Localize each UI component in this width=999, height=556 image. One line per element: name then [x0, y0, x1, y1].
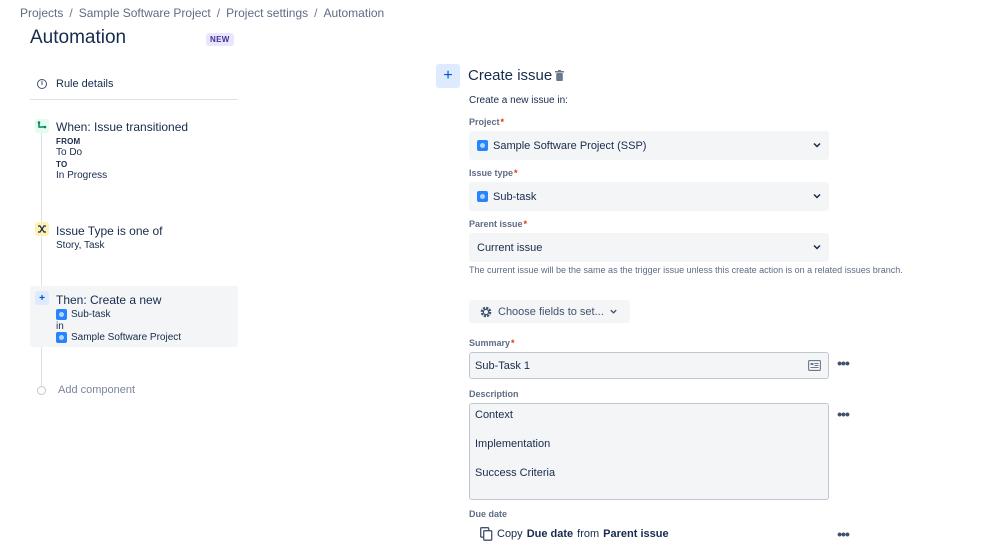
due-date-copy-row[interactable]: Copy Due date from Parent issue — [480, 527, 669, 541]
breadcrumb-separator: / — [69, 6, 73, 20]
shuffle-icon — [35, 222, 49, 236]
trigger-component[interactable]: When: Issue transitioned FROM To Do TO I… — [30, 116, 238, 186]
condition-title: Issue Type is one of — [56, 224, 163, 238]
trigger-to-label: TO — [56, 160, 68, 169]
description-field-label: Description — [469, 389, 519, 399]
subtask-icon — [56, 309, 67, 320]
action-in-label: in — [56, 321, 64, 332]
info-icon: i — [37, 78, 47, 89]
description-line: Success Criteria — [475, 467, 556, 479]
breadcrumb-separator: / — [314, 6, 318, 20]
action-project: Sample Software Project — [56, 332, 181, 343]
project-field-label: Project* — [469, 117, 505, 127]
parent-issue-select-value: Current issue — [477, 241, 543, 254]
copy-from-word: from — [577, 528, 600, 540]
chevron-down-icon — [610, 309, 617, 314]
chevron-down-icon — [813, 142, 821, 148]
due-date-field-label: Due date — [469, 509, 508, 519]
new-badge: NEW — [206, 33, 234, 46]
due-date-more-button[interactable]: ••• — [834, 526, 852, 542]
action-project-label: Sample Software Project — [71, 332, 182, 343]
condition-value: Story, Task — [56, 240, 105, 251]
rule-details-item[interactable]: i Rule details — [30, 68, 238, 100]
issue-type-field-label: Issue type* — [469, 168, 518, 178]
summary-more-button[interactable]: ••• — [834, 355, 852, 371]
copy-icon — [480, 527, 493, 541]
breadcrumb-projects[interactable]: Projects — [20, 6, 63, 20]
copy-prefix: Copy — [497, 528, 523, 540]
description-textarea[interactable]: Context Implementation Success Criteria — [469, 403, 829, 500]
add-component-label: Add component — [58, 384, 136, 396]
description-line: Implementation — [475, 438, 551, 450]
condition-component[interactable]: Issue Type is one of Story, Task — [30, 220, 238, 256]
trigger-from-label: FROM — [56, 137, 81, 146]
action-issue-type: Sub-task — [56, 309, 110, 320]
issue-type-select[interactable]: Sub-task — [469, 182, 829, 211]
plus-icon: + — [35, 291, 49, 305]
choose-fields-button[interactable]: Choose fields to set... — [469, 300, 630, 323]
trigger-from-value: To Do — [56, 147, 83, 158]
gear-icon — [480, 306, 492, 317]
subtask-icon — [477, 191, 488, 202]
breadcrumb-automation[interactable]: Automation — [324, 6, 385, 20]
page-title: Automation — [30, 27, 127, 48]
copy-source-name: Parent issue — [603, 528, 669, 540]
trigger-title: When: Issue transitioned — [56, 120, 189, 134]
project-select[interactable]: Sample Software Project (SSP) — [469, 131, 829, 160]
project-icon — [477, 140, 488, 151]
description-more-button[interactable]: ••• — [834, 406, 852, 422]
trash-icon[interactable] — [555, 70, 564, 81]
chevron-down-icon — [813, 244, 821, 250]
parent-issue-hint: The current issue will be the same as th… — [469, 265, 903, 275]
copy-field-name: Due date — [526, 528, 574, 540]
panel-subtitle: Create a new issue in: — [469, 95, 568, 106]
action-component[interactable]: + Then: Create a new Sub-task in Sample … — [30, 286, 238, 347]
rule-details-label: Rule details — [56, 77, 114, 90]
action-title: Then: Create a new — [56, 293, 162, 307]
description-line: Context — [475, 409, 513, 421]
project-select-value: Sample Software Project (SSP) — [493, 139, 647, 152]
transition-icon — [35, 119, 49, 133]
breadcrumb-separator: / — [216, 6, 221, 20]
breadcrumb-project-settings[interactable]: Project settings — [226, 6, 308, 20]
chevron-down-icon — [813, 193, 821, 199]
add-component-dot — [37, 385, 46, 395]
action-plus-icon: + — [436, 64, 460, 88]
summary-input-value: Sub-Task 1 — [475, 359, 531, 372]
summary-input[interactable]: Sub-Task 1 — [469, 352, 829, 379]
panel-title: Create issue — [468, 67, 553, 84]
parent-issue-select[interactable]: Current issue — [469, 233, 829, 262]
choose-fields-label: Choose fields to set... — [498, 305, 604, 318]
breadcrumb: Projects / Sample Software Project / Pro… — [20, 6, 384, 20]
add-component-button[interactable]: Add component — [37, 384, 135, 396]
summary-field-label: Summary* — [469, 338, 515, 348]
project-icon — [56, 332, 67, 343]
issue-type-select-value: Sub-task — [493, 190, 537, 203]
action-issue-type-label: Sub-task — [71, 309, 111, 320]
breadcrumb-sample-software-project[interactable]: Sample Software Project — [79, 6, 211, 20]
parent-issue-field-label: Parent issue* — [469, 219, 528, 229]
smart-values-icon[interactable] — [808, 360, 821, 371]
trigger-to-value: In Progress — [56, 170, 108, 181]
